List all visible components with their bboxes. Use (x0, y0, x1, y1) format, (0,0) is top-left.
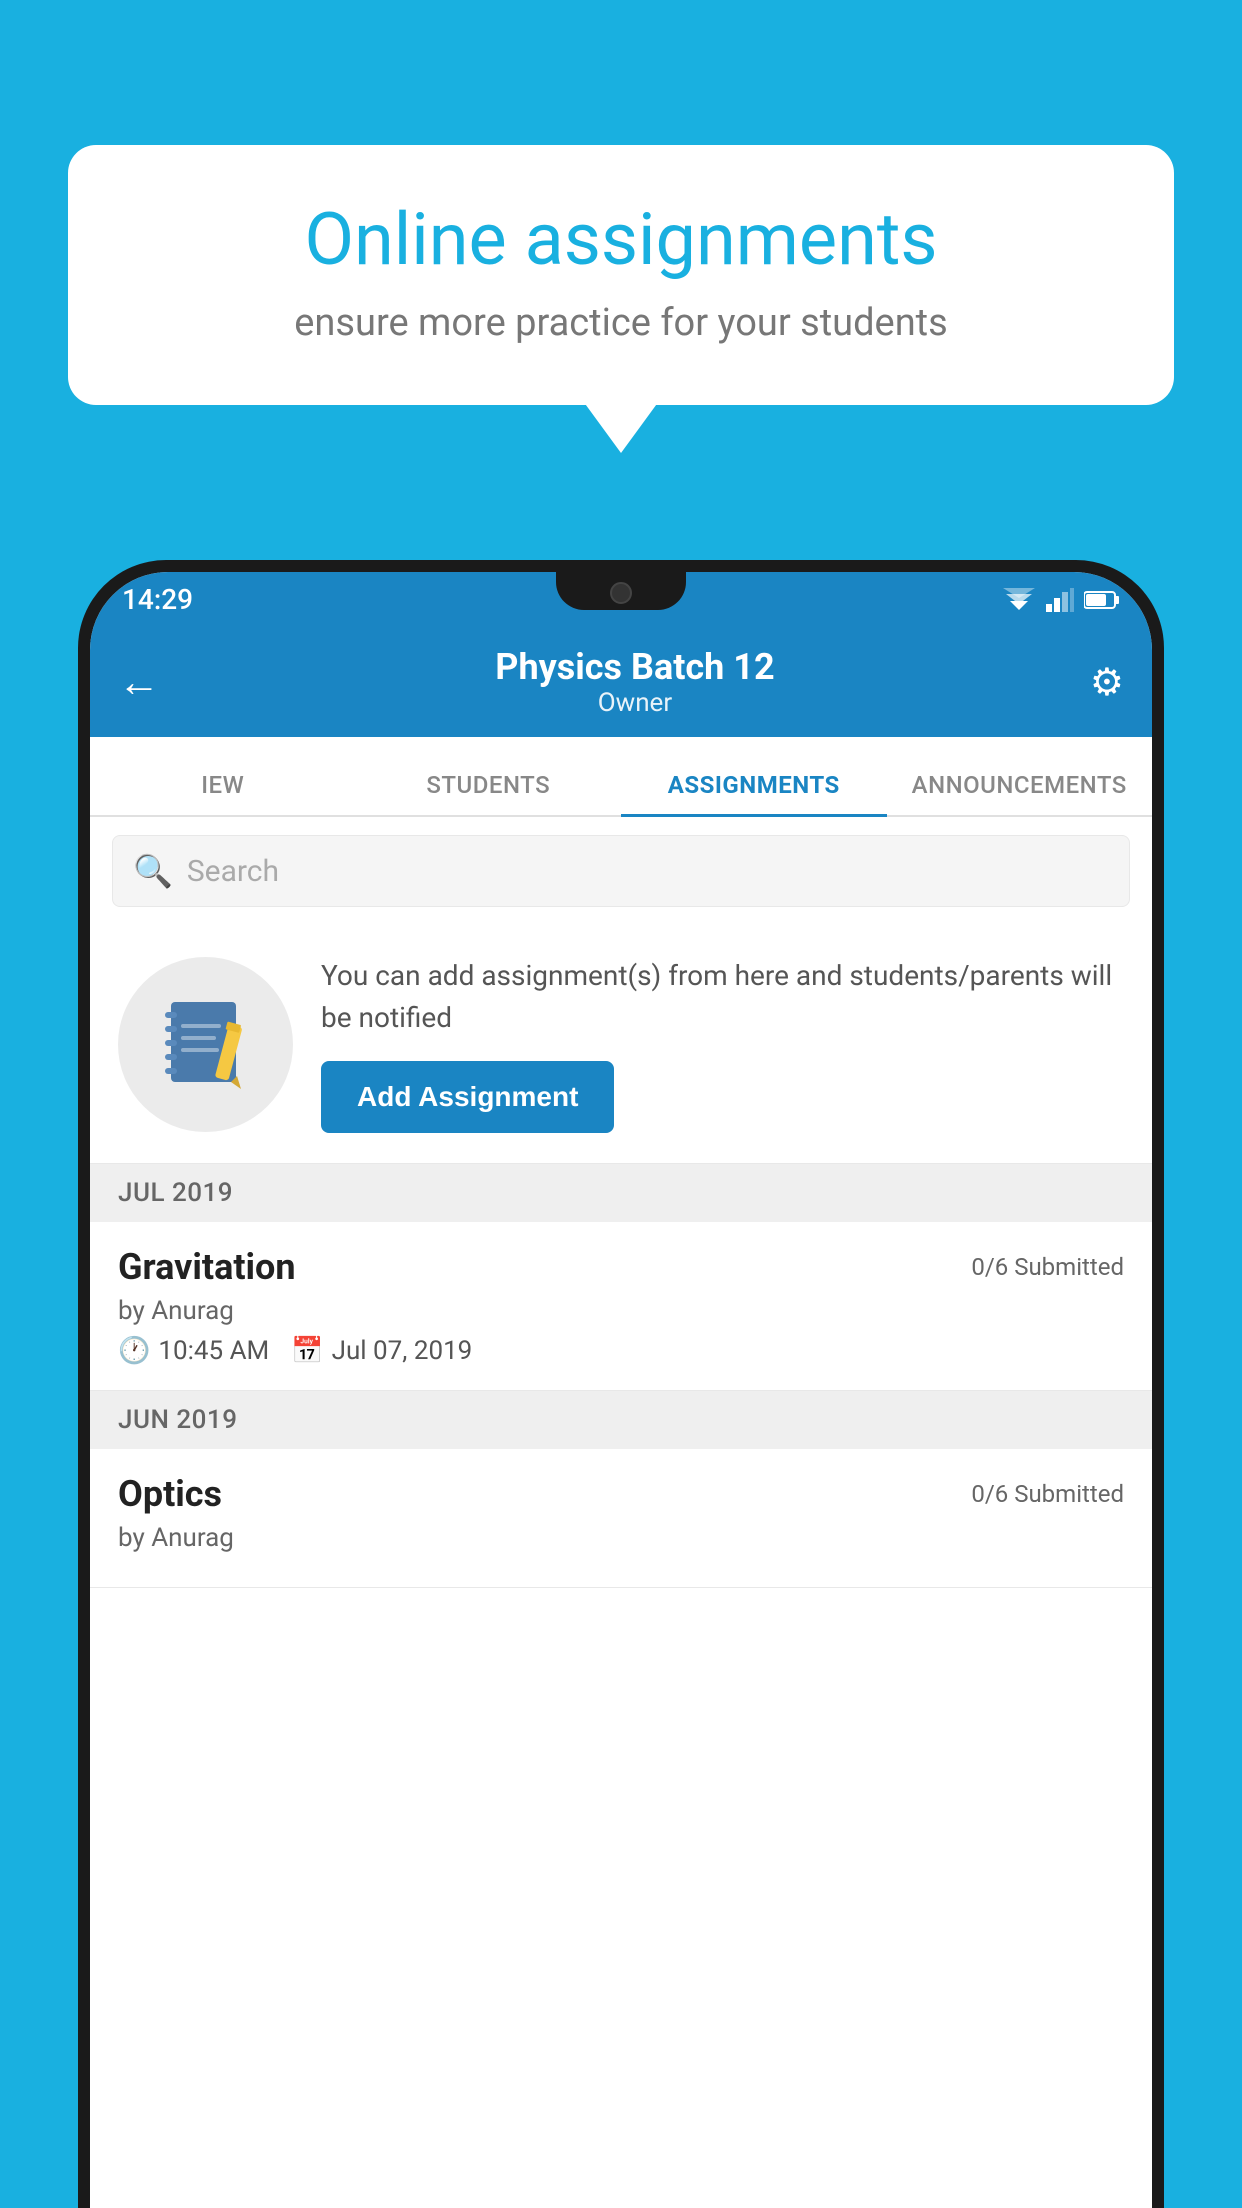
status-time: 14:29 (122, 583, 193, 616)
clock-icon: 🕐 (118, 1336, 150, 1366)
speech-bubble: Online assignments ensure more practice … (68, 145, 1174, 405)
screen: 14:29 (90, 572, 1152, 2208)
search-icon: 🔍 (133, 852, 173, 890)
phone-inner: 14:29 (90, 572, 1152, 2208)
assignment-title-gravitation: Gravitation (118, 1246, 296, 1288)
speech-bubble-container: Online assignments ensure more practice … (68, 145, 1174, 405)
section-header-jun2019: JUN 2019 (90, 1391, 1152, 1449)
phone-notch (556, 572, 686, 610)
app-bar-title-container: Physics Batch 12 Owner (180, 646, 1090, 718)
assignment-submitted-optics: 0/6 Submitted (971, 1480, 1124, 1508)
promo-description: You can add assignment(s) from here and … (321, 955, 1124, 1039)
bubble-title: Online assignments (133, 200, 1109, 279)
promo-area: You can add assignment(s) from here and … (90, 925, 1152, 1164)
add-assignment-button[interactable]: Add Assignment (321, 1061, 614, 1133)
assignment-row-top-optics: Optics 0/6 Submitted (118, 1473, 1124, 1515)
phone-camera (610, 582, 632, 604)
assignment-submitted-gravitation: 0/6 Submitted (971, 1253, 1124, 1281)
wifi-icon (1002, 588, 1036, 612)
tab-assignments[interactable]: ASSIGNMENTS (621, 771, 887, 815)
app-bar-title: Physics Batch 12 (180, 646, 1090, 688)
assignment-meta-gravitation: 🕐 10:45 AM 📅 Jul 07, 2019 (118, 1336, 1124, 1366)
section-header-text-jul2019: JUL 2019 (118, 1178, 233, 1208)
section-header-text-jun2019: JUN 2019 (118, 1405, 237, 1435)
settings-icon[interactable]: ⚙ (1090, 660, 1124, 705)
section-header-jul2019: JUL 2019 (90, 1164, 1152, 1222)
assignment-item-gravitation[interactable]: Gravitation 0/6 Submitted by Anurag 🕐 10… (90, 1222, 1152, 1391)
assignment-title-optics: Optics (118, 1473, 222, 1515)
app-bar-subtitle: Owner (180, 688, 1090, 718)
assignment-item-optics[interactable]: Optics 0/6 Submitted by Anurag (90, 1449, 1152, 1588)
tab-iew[interactable]: IEW (90, 771, 356, 815)
screen-content: 🔍 Search (90, 817, 1152, 2208)
status-icons (1002, 588, 1120, 612)
signal-icon (1046, 588, 1074, 612)
assignment-row-top: Gravitation 0/6 Submitted (118, 1246, 1124, 1288)
app-bar: ← Physics Batch 12 Owner ⚙ (90, 627, 1152, 737)
battery-icon (1084, 590, 1120, 610)
tab-students[interactable]: STUDENTS (356, 771, 622, 815)
notebook-icon (161, 994, 251, 1094)
search-placeholder: Search (187, 854, 279, 889)
back-button[interactable]: ← (118, 658, 160, 707)
assignment-author-optics: by Anurag (118, 1523, 1124, 1553)
meta-date-gravitation: 📅 Jul 07, 2019 (291, 1336, 472, 1366)
phone-frame: 14:29 (78, 560, 1164, 2208)
assignment-author-gravitation: by Anurag (118, 1296, 1124, 1326)
bubble-subtitle: ensure more practice for your students (133, 301, 1109, 345)
tab-announcements[interactable]: ANNOUNCEMENTS (887, 771, 1153, 815)
assignment-date-gravitation: Jul 07, 2019 (332, 1336, 473, 1366)
search-bar: 🔍 Search (90, 817, 1152, 925)
promo-text-area: You can add assignment(s) from here and … (321, 955, 1124, 1133)
calendar-icon: 📅 (291, 1336, 323, 1366)
meta-time-gravitation: 🕐 10:45 AM (118, 1336, 269, 1366)
assignment-time-gravitation: 10:45 AM (158, 1336, 269, 1366)
search-input-wrap[interactable]: 🔍 Search (112, 835, 1130, 907)
promo-icon-circle (118, 957, 293, 1132)
tabs-bar: IEW STUDENTS ASSIGNMENTS ANNOUNCEMENTS (90, 737, 1152, 817)
